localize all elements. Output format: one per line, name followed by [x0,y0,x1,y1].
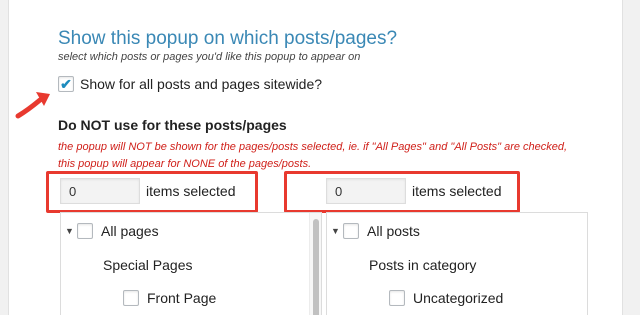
posts-tree[interactable]: ▼ All posts Posts in category Uncategori… [326,212,588,315]
all-pages-label[interactable]: All pages [101,223,159,239]
sitewide-checkbox[interactable]: ✔ [58,76,74,92]
tree-row-all-posts[interactable]: ▼ All posts [331,223,420,239]
sitewide-label[interactable]: Show for all posts and pages sitewide? [80,76,322,92]
front-page-checkbox[interactable] [123,290,139,306]
posts-in-category-label: Posts in category [369,257,477,273]
uncategorized-label[interactable]: Uncategorized [413,290,503,306]
front-page-label[interactable]: Front Page [147,290,216,306]
tree-row-uncategorized[interactable]: Uncategorized [389,290,503,306]
uncategorized-checkbox[interactable] [389,290,405,306]
section-heading: Show this popup on which posts/pages? [58,28,398,49]
triangle-down-icon[interactable]: ▼ [331,226,343,236]
tree-group-special-pages: Special Pages [103,257,193,273]
all-posts-checkbox[interactable] [343,223,359,239]
pages-tree-scrollbar[interactable] [309,213,321,315]
exclude-warning: the popup will NOT be shown for the page… [58,141,568,170]
sitewide-option[interactable]: ✔ Show for all posts and pages sitewide? [58,76,322,92]
pages-tree[interactable]: ▼ All pages Special Pages Front Page [60,212,322,315]
tree-row-front-page[interactable]: Front Page [123,290,216,306]
red-arrow-icon [15,92,50,119]
exclude-heading: Do NOT use for these posts/pages [58,117,287,133]
special-pages-label: Special Pages [103,257,193,273]
triangle-down-icon[interactable]: ▼ [65,226,77,236]
posts-selected-label: items selected [412,183,502,199]
tree-row-all-pages[interactable]: ▼ All pages [65,223,159,239]
posts-counter: items selected [326,178,501,204]
all-pages-checkbox[interactable] [77,223,93,239]
pages-counter: items selected [60,178,235,204]
checkmark-icon: ✔ [60,76,72,92]
tree-group-posts-in-category: Posts in category [369,257,476,273]
posts-selected-count-input[interactable] [326,178,406,204]
all-posts-label[interactable]: All posts [367,223,420,239]
pages-tree-scroll-thumb[interactable] [313,219,319,315]
pages-selected-label: items selected [146,183,236,199]
pages-selected-count-input[interactable] [60,178,140,204]
section-subheading: select which posts or pages you'd like t… [58,51,361,63]
